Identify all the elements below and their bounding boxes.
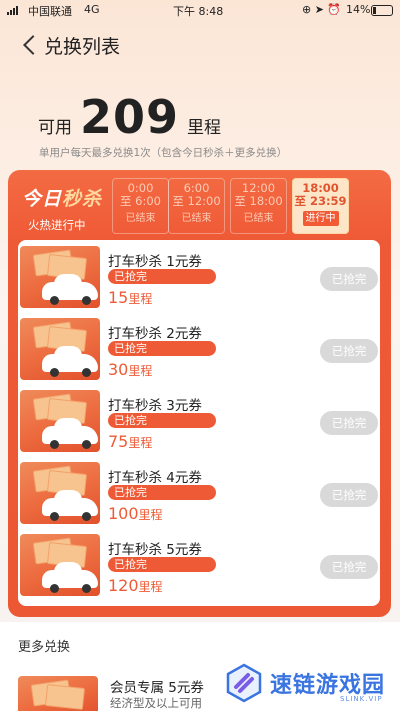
status-icons: ⊕ ➤ ⏰	[302, 3, 342, 16]
flash-sale-panel: 今日秒杀 火热进行中 0:00 至 6:00 已结束 6:00 至 12:00 …	[8, 170, 391, 617]
signal-icon	[7, 6, 18, 15]
coupon-cost: 75里程	[108, 432, 153, 451]
list-item: 打车秒杀 1元券 已抢完 15里程 已抢完	[18, 242, 380, 314]
sold-out-bar: 已抢完	[108, 485, 216, 500]
sold-out-bar: 已抢完	[108, 341, 216, 356]
coupon-thumbnail	[20, 318, 100, 380]
time-slot-2[interactable]: 6:00 至 12:00 已结束	[168, 178, 225, 234]
slot-status: 已结束	[125, 213, 156, 224]
coupon-name[interactable]: 会员专属 5元券	[110, 676, 204, 696]
list-item: 打车秒杀 3元券 已抢完 75里程 已抢完	[18, 386, 380, 458]
watermark-subtext: SLINK.VIP	[340, 695, 383, 703]
coupon-thumbnail	[20, 462, 100, 524]
list-item: 打车秒杀 5元券 已抢完 120里程 已抢完	[18, 530, 380, 602]
coupon-list: 打车秒杀 1元券 已抢完 15里程 已抢完 打车秒杀 2元券 已抢完 30里程 …	[18, 240, 380, 606]
battery-percent: 14%	[346, 3, 371, 16]
coupon-name: 打车秒杀 2元券	[108, 326, 202, 342]
balance-value: 209	[80, 90, 180, 144]
back-chevron-icon[interactable]	[20, 32, 42, 58]
slot-status: 进行中	[302, 211, 339, 226]
balance-unit: 里程	[187, 118, 222, 138]
coupon-name: 打车秒杀 4元券	[108, 470, 202, 486]
coupon-name: 打车秒杀 5元券	[108, 542, 202, 558]
status-bar: 中国联通 4G 下午 8:48 ⊕ ➤ ⏰ 14%	[0, 0, 400, 22]
slot-status: 已结束	[243, 213, 274, 224]
nav-bar: 兑换列表	[0, 28, 400, 62]
mileage-balance: 可用 209 里程	[38, 90, 221, 144]
list-item: 打车秒杀 2元券 已抢完 30里程 已抢完	[18, 314, 380, 386]
redeem-button[interactable]: 已抢完	[320, 267, 378, 291]
sold-out-bar: 已抢完	[108, 557, 216, 572]
flash-sale-title: 今日秒杀	[22, 188, 103, 210]
redeem-button[interactable]: 已抢完	[320, 411, 378, 435]
watermark-logo-icon	[226, 663, 262, 703]
redeem-button[interactable]: 已抢完	[320, 483, 378, 507]
sold-out-bar: 已抢完	[108, 413, 216, 428]
coupon-thumbnail	[20, 534, 100, 596]
flash-sale-subtitle: 火热进行中	[28, 218, 86, 232]
coupon-name: 打车秒杀 1元券	[108, 254, 202, 270]
sold-out-bar: 已抢完	[108, 269, 216, 284]
balance-prefix: 可用	[38, 118, 72, 138]
coupon-cost: 15里程	[108, 288, 153, 307]
time-slot-4[interactable]: 18:00 至 23:59 进行中	[292, 178, 349, 234]
section-title: 更多兑换	[18, 640, 71, 655]
coupon-cost: 120里程	[108, 576, 163, 595]
clock: 下午 8:48	[173, 5, 224, 18]
exchange-rule-text: 单用户每天最多兑换1次（包含今日秒杀＋更多兑换）	[39, 147, 288, 159]
carrier-name: 中国联通	[28, 5, 72, 18]
coupon-cost: 100里程	[108, 504, 163, 523]
coupon-cost: 30里程	[108, 360, 153, 379]
coupon-name: 打车秒杀 3元券	[108, 398, 202, 414]
network-type: 4G	[84, 3, 100, 16]
slot-status: 已结束	[181, 213, 212, 224]
coupon-thumbnail	[20, 390, 100, 452]
redeem-button[interactable]: 已抢完	[320, 555, 378, 579]
coupon-thumbnail	[20, 246, 100, 308]
watermark: 速链游戏园 SLINK.VIP	[220, 661, 400, 711]
coupon-thumbnail	[18, 676, 98, 711]
coupon-description: 经济型及以上可用	[110, 696, 202, 710]
flash-sale-header: 今日秒杀 火热进行中	[22, 184, 102, 233]
time-slot-3[interactable]: 12:00 至 18:00 已结束	[230, 178, 287, 234]
time-slot-1[interactable]: 0:00 至 6:00 已结束	[112, 178, 169, 234]
battery-icon	[371, 5, 393, 16]
list-item: 打车秒杀 4元券 已抢完 100里程 已抢完	[18, 458, 380, 530]
page-title: 兑换列表	[44, 36, 121, 58]
redeem-button[interactable]: 已抢完	[320, 339, 378, 363]
